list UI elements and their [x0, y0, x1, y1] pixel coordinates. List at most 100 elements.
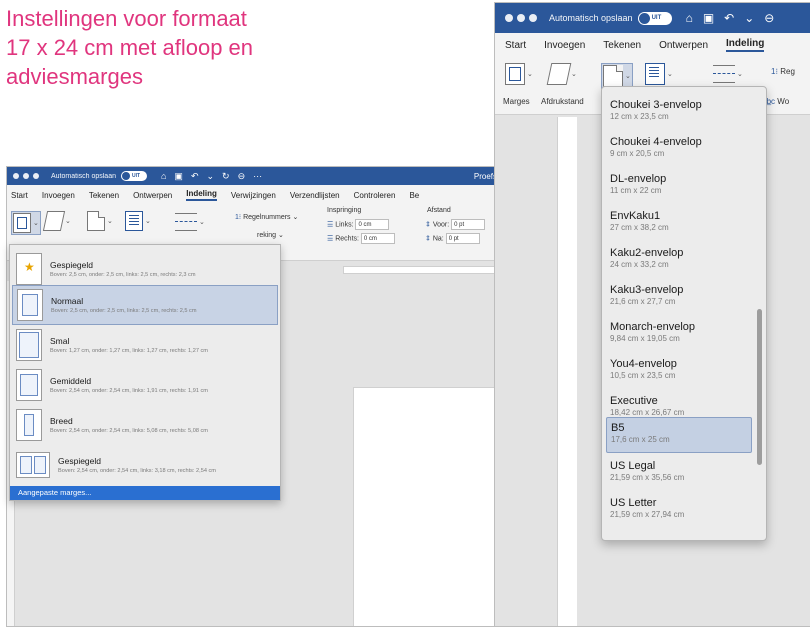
spacing-before-field[interactable]: 0 pt — [451, 219, 486, 230]
margin-option-breed[interactable]: Breed Boven: 2,54 cm, onder: 2,54 cm, lin… — [12, 405, 278, 445]
columns-button[interactable]: ⌄ — [125, 211, 151, 231]
paper-size-dropdown: Choukei 3-envelop 12 cm x 23,5 cm Choukei… — [601, 86, 767, 541]
autosave-label: Automatisch opslaan — [549, 13, 633, 23]
size-option-title: Kaku3-envelop — [610, 284, 684, 296]
size-option-b5-selected[interactable]: B5 17,6 cm x 25 cm — [606, 417, 752, 453]
redo-icon[interactable]: ↻ — [222, 171, 230, 182]
tab-verzendlijsten[interactable]: Verzendlijsten — [290, 191, 340, 200]
horizontal-ruler[interactable] — [343, 266, 501, 274]
margin-option-desc: Boven: 1,27 cm, onder: 1,27 cm, links: 1… — [50, 348, 208, 354]
close-window-button[interactable] — [505, 14, 513, 22]
margin-preview-thumbnail — [16, 452, 50, 478]
size-option-dimensions: 17,6 cm x 25 cm — [611, 435, 670, 444]
size-option[interactable]: Choukei 4-envelop 9 cm x 20,5 cm — [606, 132, 752, 168]
tab-beeld[interactable]: Be — [409, 191, 419, 200]
line-numbers-button[interactable]: 1⁝ Regelnummers ⌄ — [235, 213, 298, 221]
tab-start[interactable]: Start — [505, 40, 526, 51]
margins-button[interactable]: ⌄ — [505, 63, 533, 85]
margin-option-title: Smal — [50, 336, 70, 346]
tab-invoegen[interactable]: Invoegen — [544, 40, 585, 51]
size-option[interactable]: Kaku3-envelop 21,6 cm x 27,7 cm — [606, 280, 752, 316]
margin-option-desc: Boven: 2,54 cm, onder: 2,54 cm, links: 1… — [50, 388, 208, 394]
margin-option-title: Normaal — [51, 296, 84, 306]
stage: Instellingen voor formaat 17 x 24 cm met… — [0, 0, 810, 627]
save-icon[interactable]: ▣ — [174, 171, 183, 182]
zoom-window-button[interactable] — [33, 173, 39, 179]
indent-right-field[interactable]: 0 cm — [360, 233, 395, 244]
dropdown-scrollbar[interactable] — [757, 309, 762, 465]
size-option[interactable]: DL-envelop 11 cm x 22 cm — [606, 169, 752, 205]
size-option[interactable]: US Letter 21,59 cm x 27,94 cm — [606, 493, 752, 529]
orientation-button[interactable]: ⌄ — [42, 211, 71, 231]
undo-dropdown-icon[interactable]: ⌄ — [206, 171, 214, 182]
more-icon[interactable]: ··· — [253, 171, 262, 182]
columns-icon — [125, 211, 143, 231]
home-icon[interactable]: ⌂ — [161, 171, 166, 182]
undo-icon[interactable]: ↶ — [191, 171, 199, 182]
document-page[interactable] — [353, 387, 501, 626]
size-option-title: Choukei 3-envelop — [610, 99, 702, 111]
margin-option-normaal[interactable]: Normaal Boven: 2,5 cm, onder: 2,5 cm, lin… — [12, 285, 278, 325]
size-option[interactable]: EnvKaku1 27 cm x 38,2 cm — [606, 206, 752, 242]
tab-indeling[interactable]: Indeling — [726, 38, 765, 52]
hyphenation-button[interactable]: reking ⌄ — [257, 231, 284, 239]
autosave-toggle[interactable]: UIT — [637, 11, 672, 25]
tab-tekenen[interactable]: Tekenen — [603, 40, 641, 51]
size-option[interactable]: Kaku2-envelop 24 cm x 33,2 cm — [606, 243, 752, 279]
orientation-button[interactable]: ⌄ — [546, 63, 577, 85]
minimize-window-button[interactable] — [517, 14, 525, 22]
orientation-label: Afdrukstand — [541, 97, 584, 106]
chevron-down-icon: ⌄ — [199, 219, 205, 226]
document-page-edge[interactable] — [557, 117, 577, 626]
spacing-before-label: Voor: — [432, 221, 450, 229]
size-option[interactable]: You4-envelop 10,5 cm x 23,5 cm — [606, 354, 752, 390]
line-numbers-icon: 1⁝ — [235, 214, 242, 221]
size-option[interactable]: US Legal 21,59 cm x 35,56 cm — [606, 456, 752, 492]
size-option-title: Kaku2-envelop — [610, 247, 684, 259]
margin-option-gespiegeld-recent[interactable]: ★ Gespiegeld Boven: 2,5 cm, onder: 2,5 cm… — [12, 249, 278, 289]
orientation-icon — [546, 63, 572, 85]
columns-icon — [645, 63, 665, 85]
size-button[interactable]: ⌄ — [87, 211, 113, 231]
margin-option-gemiddeld[interactable]: Gemiddeld Boven: 2,54 cm, onder: 2,54 cm,… — [12, 365, 278, 405]
tab-tekenen[interactable]: Tekenen — [89, 191, 119, 200]
undo-dropdown-icon[interactable]: ⌄ — [744, 11, 754, 25]
margin-option-title: Gemiddeld — [50, 376, 92, 386]
margin-option-smal[interactable]: Smal Boven: 1,27 cm, onder: 1,27 cm, link… — [12, 325, 278, 365]
columns-button[interactable]: ⌄ — [645, 63, 673, 85]
breaks-button[interactable]: ⌄ — [713, 65, 743, 83]
toggle-label: UIT — [131, 173, 141, 179]
tab-indeling[interactable]: Indeling — [186, 189, 217, 201]
undo-icon[interactable]: ↶ — [724, 11, 734, 25]
tab-ontwerpen[interactable]: Ontwerpen — [133, 191, 172, 200]
autosave-toggle[interactable]: UIT — [120, 171, 147, 181]
print-icon[interactable]: ⊖ — [238, 171, 246, 182]
tab-verwijzingen[interactable]: Verwijzingen — [231, 191, 276, 200]
ribbon-tabs: Start Invoegen Tekenen Ontwerpen Indelin… — [495, 33, 810, 57]
margin-option-gespiegeld[interactable]: Gespiegeld Boven: 2,54 cm, onder: 2,54 cm… — [12, 445, 278, 485]
chevron-down-icon: ⌄ — [571, 71, 577, 78]
spacing-after-field[interactable]: 0 pt — [445, 233, 480, 244]
size-option[interactable]: Choukei 3-envelop 12 cm x 23,5 cm — [606, 95, 752, 131]
size-option-title: Executive — [610, 395, 658, 407]
indent-left-field[interactable]: 0 cm — [355, 219, 390, 230]
tab-start[interactable]: Start — [11, 191, 28, 200]
close-window-button[interactable] — [13, 173, 19, 179]
save-icon[interactable]: ▣ — [703, 11, 714, 25]
size-option-dimensions: 11 cm x 22 cm — [610, 186, 662, 195]
tab-invoegen[interactable]: Invoegen — [42, 191, 75, 200]
breaks-button[interactable]: ⌄ — [175, 213, 205, 231]
home-icon[interactable]: ⌂ — [686, 11, 693, 25]
tab-controleren[interactable]: Controleren — [354, 191, 396, 200]
custom-margins-item[interactable]: Aangepaste marges... — [10, 486, 280, 500]
size-option[interactable]: Monarch-envelop 9,84 cm x 19,05 cm — [606, 317, 752, 353]
page-break-icon — [713, 65, 735, 83]
minimize-window-button[interactable] — [23, 173, 29, 179]
heading-line-1: Instellingen voor formaat — [6, 6, 247, 31]
zoom-window-button[interactable] — [529, 14, 537, 22]
line-numbers-button[interactable]: 1⁝ Reg — [771, 67, 795, 76]
print-icon[interactable]: ⊖ — [764, 11, 774, 25]
tab-ontwerpen[interactable]: Ontwerpen — [659, 40, 708, 51]
margins-button[interactable]: ⌄ — [11, 211, 41, 235]
margin-preview-thumbnail — [16, 409, 42, 441]
